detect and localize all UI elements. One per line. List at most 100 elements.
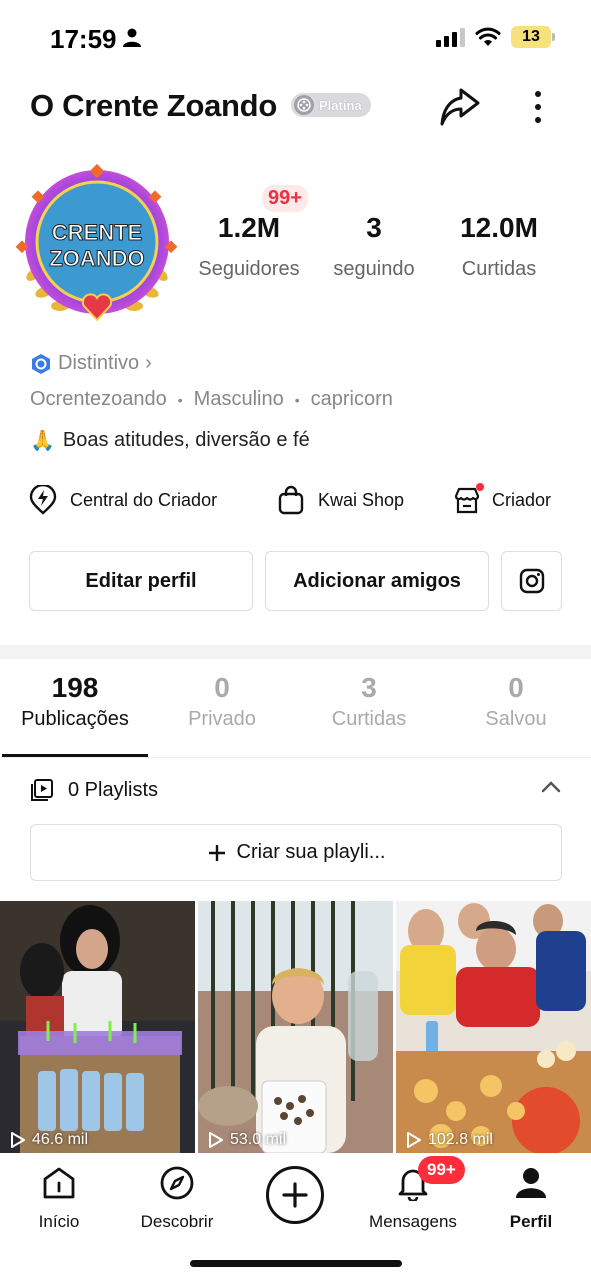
playlists-label: 0 Playlists: [68, 779, 159, 801]
tab-salvou[interactable]: 0 Salvou: [441, 672, 591, 731]
profile-username: Ocrentezoando: [30, 388, 167, 410]
create-video-button[interactable]: [266, 1166, 324, 1224]
video-thumbnail[interactable]: 53.0 mil: [198, 901, 393, 1153]
cellular-signal-icon: [436, 27, 465, 47]
play-icon: [11, 1132, 25, 1148]
separator-dot: •: [294, 391, 300, 408]
shopping-bag-icon: [278, 485, 304, 515]
status-bar: 17:59 13: [0, 0, 591, 70]
tab-count: 198: [51, 672, 99, 703]
nav-label: Perfil: [509, 1212, 553, 1231]
battery-indicator: 13: [511, 26, 555, 48]
add-friends-button[interactable]: Adicionar amigos: [265, 551, 489, 611]
nav-inicio[interactable]: Início: [4, 1165, 114, 1232]
badge-icon: [32, 353, 50, 374]
view-count: 53.0 mil: [208, 1131, 286, 1149]
tool-criador[interactable]: Criador: [452, 478, 551, 522]
tab-label: Curtidas: [331, 708, 407, 730]
plus-icon: [208, 844, 225, 861]
view-count: 46.6 mil: [10, 1131, 88, 1149]
playlists-row[interactable]: 0 Playlists: [0, 770, 591, 812]
section-divider: [0, 645, 591, 659]
nav-perfil[interactable]: Perfil: [476, 1165, 586, 1232]
share-icon[interactable]: [436, 84, 482, 130]
content-tabs: 198 Publicações 0 Privado 3 Curtidas 0 S…: [0, 672, 591, 758]
tool-label: Criador: [492, 489, 552, 510]
tab-count: 0: [214, 672, 230, 703]
tool-kwai-shop[interactable]: Kwai Shop: [276, 478, 404, 522]
view-count-text: 102.8 mil: [428, 1131, 493, 1148]
stat-label: seguindo: [333, 258, 415, 280]
creator-tools: Central do Criador Kwai Shop Criador: [0, 478, 591, 522]
bio-text: Boas atitudes, diversão e fé: [62, 429, 310, 451]
tab-label: Privado: [188, 708, 256, 730]
edit-profile-button[interactable]: Editar perfil: [29, 551, 253, 611]
status-time: 17:59: [50, 24, 117, 54]
tool-central-do-criador[interactable]: Central do Criador: [28, 478, 217, 522]
notification-badge: 99+: [262, 185, 308, 212]
more-options-icon[interactable]: [524, 84, 552, 130]
distintivo-link[interactable]: Distintivo ›: [30, 352, 152, 375]
create-playlist-button[interactable]: Criar sua playli...: [30, 824, 562, 881]
level-badge[interactable]: Platina: [291, 93, 371, 117]
avatar-text-line2: ZOANDO: [49, 246, 144, 271]
messages-badge: 99+: [418, 1156, 465, 1184]
play-icon: [407, 1132, 421, 1148]
tab-privado[interactable]: 0 Privado: [147, 672, 297, 731]
nav-descobrir[interactable]: Descobrir: [122, 1165, 232, 1232]
bottom-navigation: Início Descobrir Mensagens 99+ Perfil: [0, 1153, 591, 1249]
create-playlist-label: Criar sua playli...: [236, 841, 386, 863]
nav-label: Início: [38, 1212, 80, 1231]
profile-title: O Crente Zoando: [30, 88, 277, 123]
compass-icon: [160, 1166, 194, 1200]
stat-value: 1.2M: [217, 212, 281, 243]
profile-bio: 🙏 Boas atitudes, diversão e fé: [30, 428, 310, 453]
playlist-icon: [31, 779, 53, 801]
view-count: 102.8 mil: [406, 1131, 493, 1149]
nav-label: Descobrir: [140, 1212, 214, 1231]
separator-dot: •: [177, 391, 183, 408]
stat-label: Curtidas: [461, 258, 537, 280]
tool-label: Central do Criador: [70, 489, 218, 510]
tab-count: 0: [508, 672, 524, 703]
avatar[interactable]: CRENTE ZOANDO: [14, 164, 180, 330]
video-thumbnail[interactable]: 102.8 mil: [396, 901, 591, 1153]
person-icon: [123, 28, 141, 47]
tab-count: 3: [361, 672, 377, 703]
stat-followers[interactable]: 1.2M Seguidores: [184, 212, 314, 281]
instagram-icon: [519, 568, 544, 594]
profile-gender: Masculino: [193, 388, 284, 410]
nav-label: Mensagens: [369, 1212, 457, 1231]
video-grid: 46.6 mil 53.0 mil 102.8 mil: [0, 901, 591, 1153]
stat-following[interactable]: 3 seguindo: [309, 212, 439, 281]
lightning-pin-icon: [29, 485, 57, 515]
chevron-up-icon[interactable]: [541, 780, 561, 794]
tab-publicacoes[interactable]: 198 Publicações: [0, 672, 150, 731]
profile-sign: capricorn: [310, 388, 393, 410]
view-count-text: 53.0 mil: [230, 1131, 287, 1148]
home-icon: [43, 1167, 75, 1199]
stat-value: 12.0M: [460, 212, 538, 243]
notification-dot: [476, 483, 484, 491]
instagram-button[interactable]: [501, 551, 562, 611]
active-tab-indicator: [2, 754, 148, 757]
plus-icon: [282, 1182, 308, 1208]
level-badge-label: Platina: [319, 97, 362, 113]
distintivo-label: Distintivo: [58, 352, 140, 374]
stat-likes[interactable]: 12.0M Curtidas: [434, 212, 564, 281]
stat-label: Seguidores: [198, 258, 300, 280]
home-indicator: [190, 1260, 402, 1267]
profile-header: O Crente Zoando Platina: [0, 80, 591, 136]
store-icon: [452, 483, 484, 515]
video-thumbnail[interactable]: 46.6 mil: [0, 901, 195, 1153]
tab-label: Publicações: [21, 708, 129, 730]
praying-hands-icon: 🙏: [30, 430, 55, 452]
view-count-text: 46.6 mil: [32, 1131, 89, 1148]
tool-label: Kwai Shop: [318, 489, 405, 510]
tab-curtidas[interactable]: 3 Curtidas: [294, 672, 444, 731]
stat-value: 3: [366, 212, 382, 243]
video-image: [396, 901, 591, 1153]
profile-meta: Ocrentezoando • Masculino • capricorn: [30, 388, 393, 411]
profile-icon: [516, 1168, 546, 1198]
wifi-icon: [475, 27, 501, 46]
